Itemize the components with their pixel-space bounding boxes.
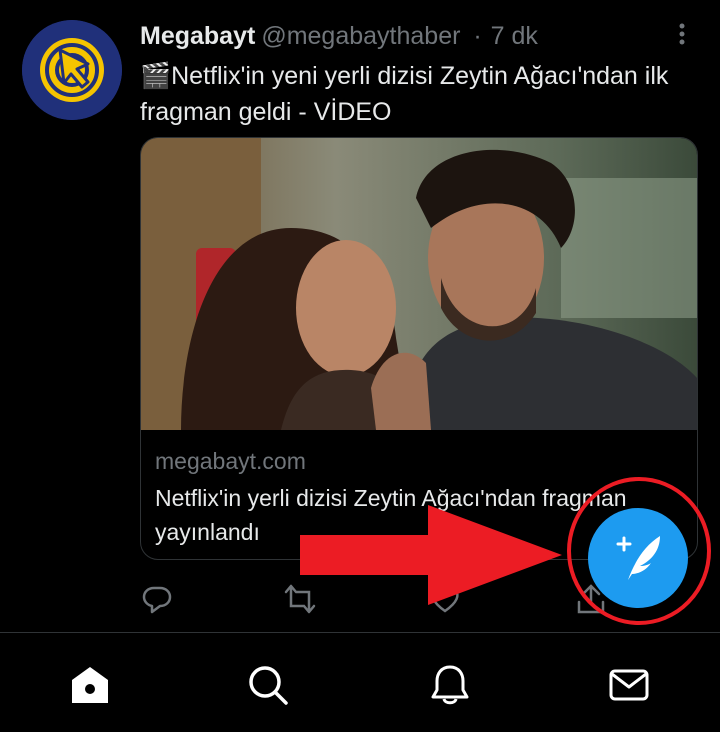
bottom-tab-bar [0,633,720,732]
timestamp[interactable]: 7 dk [491,22,538,50]
card-image [141,138,697,430]
avatar[interactable] [22,20,122,120]
red-arrow-annotation [300,505,570,605]
display-name[interactable]: Megabayt [140,22,255,50]
handle[interactable]: @megabaythaber [261,22,460,50]
notifications-icon[interactable] [428,663,472,707]
messages-icon[interactable] [607,663,651,707]
compose-tweet-icon [616,536,660,580]
reply-icon[interactable] [140,582,174,616]
search-icon[interactable] [246,663,290,707]
compose-tweet-button[interactable] [588,508,688,608]
tweet-header: Megabayt @megabaythaber · 7 dk [140,22,660,51]
separator: · [473,22,482,50]
home-icon[interactable] [68,663,112,707]
more-options-icon[interactable] [672,22,692,48]
tweet-text: 🎬Netflix'in yeni yerli dizisi Zeytin Ağa… [140,62,669,126]
card-domain: megabayt.com [155,448,306,474]
megabayt-logo-icon [22,20,122,120]
